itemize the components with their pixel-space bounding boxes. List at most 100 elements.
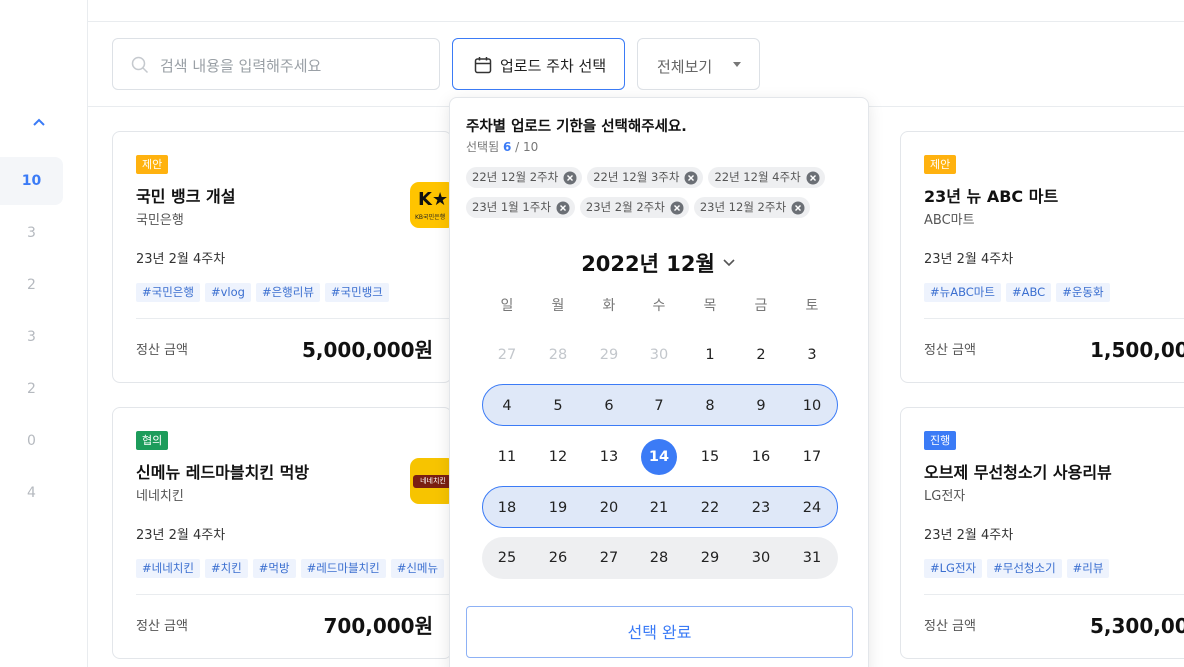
remove-icon[interactable]	[684, 171, 698, 185]
sidebar-page-count[interactable]: 2	[0, 365, 63, 413]
tag: #운동화	[1056, 283, 1110, 302]
calendar-day[interactable]: 17	[794, 439, 830, 475]
card-divider	[136, 318, 451, 319]
campaign-card[interactable]: 제안 국민 뱅크 개설 국민은행 K★ KB국민은행 23년 2월 4주차 #국…	[112, 131, 452, 383]
calendar-day[interactable]: 12	[540, 439, 576, 475]
week-chip: 22년 12월 2주차	[466, 167, 583, 188]
campaign-card[interactable]: 협의 신메뉴 레드마블치킨 먹방 네네치킨 네네치킨 23년 2월 4주차 #네…	[112, 407, 452, 659]
calendar-day[interactable]: 2	[743, 337, 779, 373]
tag-list: #국민은행 #vlog #은행리뷰 #국민뱅크	[136, 283, 389, 302]
sidebar-page-count[interactable]: 2	[0, 261, 63, 309]
amount-value: 1,500,000원	[1089, 338, 1184, 362]
calendar-day[interactable]: 29	[692, 540, 728, 576]
calendar-day[interactable]: 16	[743, 439, 779, 475]
confirm-selection-button[interactable]: 선택 완료	[466, 606, 853, 658]
calendar-day[interactable]: 18	[489, 490, 525, 526]
calendar-day[interactable]: 1	[692, 337, 728, 373]
remove-icon[interactable]	[806, 171, 820, 185]
calendar-day[interactable]: 21	[641, 490, 677, 526]
calendar-day[interactable]: 28	[641, 540, 677, 576]
selected-count: 선택됨 6 / 10	[466, 140, 539, 154]
calendar-day[interactable]: 19	[540, 490, 576, 526]
tag: #무선청소기	[987, 559, 1062, 578]
calendar-day[interactable]: 10	[794, 388, 830, 424]
weekday-label: 금	[754, 298, 768, 314]
remove-icon[interactable]	[791, 201, 805, 215]
calendar-day[interactable]: 3	[794, 337, 830, 373]
calendar-day[interactable]: 22	[692, 490, 728, 526]
chevron-up-icon[interactable]	[29, 112, 49, 132]
status-badge: 제안	[136, 155, 169, 174]
week-chip: 23년 2월 2주차	[579, 197, 689, 218]
remove-icon[interactable]	[670, 201, 684, 215]
calendar-day[interactable]: 20	[591, 490, 627, 526]
amount-label: 정산 금액	[136, 619, 188, 634]
week-chip: 22년 12월 4주차	[708, 167, 825, 188]
upload-week: 23년 2월 4주차	[136, 252, 226, 267]
company-name: 국민은행	[136, 213, 184, 228]
calendar-day[interactable]: 23	[743, 490, 779, 526]
calendar-day[interactable]: 4	[489, 388, 525, 424]
sidebar-page-count[interactable]: 4	[0, 469, 63, 517]
sidebar-page-count[interactable]: 3	[0, 313, 63, 361]
calendar-day[interactable]: 5	[540, 388, 576, 424]
view-filter-select[interactable]: 전체보기	[637, 38, 760, 90]
card-divider	[924, 318, 1184, 319]
amount-label: 정산 금액	[924, 343, 976, 358]
calendar-day[interactable]: 14	[641, 439, 677, 475]
calendar-day[interactable]: 30	[743, 540, 779, 576]
company-logo: 네네치킨	[410, 458, 451, 504]
weekday-label: 일	[500, 298, 514, 314]
month-label: 2022년 12월	[581, 252, 715, 276]
calendar-day[interactable]: 24	[794, 490, 830, 526]
tag-list: #뉴ABC마트 #ABC #운동화	[924, 283, 1110, 302]
amount-value: 700,000원	[323, 614, 434, 638]
company-name: 네네치킨	[136, 489, 184, 504]
header-divider	[88, 21, 1184, 22]
weekday-label: 월	[551, 298, 565, 314]
campaign-card[interactable]: 진행 오브제 무선청소기 사용리뷰 LG전자 23년 2월 4주차 #LG전자 …	[900, 407, 1184, 659]
calendar-day[interactable]: 9	[743, 388, 779, 424]
amount-label: 정산 금액	[924, 619, 976, 634]
calendar-day[interactable]: 15	[692, 439, 728, 475]
calendar-day[interactable]: 26	[540, 540, 576, 576]
campaign-card[interactable]: 제안 23년 뉴 ABC 마트 ABC마트 23년 2월 4주차 #뉴ABC마트…	[900, 131, 1184, 383]
calendar-day[interactable]: 30	[641, 337, 677, 373]
tag: #치킨	[204, 559, 248, 578]
calendar-day[interactable]: 8	[692, 388, 728, 424]
week-picker-title: 주차별 업로드 기한을 선택해주세요.	[466, 119, 687, 135]
company-name: ABC마트	[924, 213, 975, 228]
chevron-down-icon	[723, 259, 735, 267]
calendar-day[interactable]: 27	[489, 337, 525, 373]
calendar-day[interactable]: 28	[540, 337, 576, 373]
remove-icon[interactable]	[563, 171, 577, 185]
campaign-title: 신메뉴 레드마블치킨 먹방	[136, 463, 310, 482]
tag: #국민뱅크	[324, 283, 389, 302]
upload-week: 23년 2월 4주차	[924, 528, 1014, 543]
calendar-day[interactable]: 6	[591, 388, 627, 424]
calendar-day[interactable]: 27	[591, 540, 627, 576]
tag: #리뷰	[1066, 559, 1110, 578]
calendar-day[interactable]: 7	[641, 388, 677, 424]
weekday-label: 수	[652, 298, 666, 314]
search-input[interactable]: 검색 내용을 입력해주세요	[112, 38, 440, 90]
weekday-label: 토	[805, 298, 819, 314]
calendar-day[interactable]: 11	[489, 439, 525, 475]
sidebar-page-count[interactable]: 10	[0, 157, 63, 205]
month-selector[interactable]: 2022년 12월	[450, 248, 868, 278]
tag: #국민은행	[136, 283, 200, 302]
campaign-title: 23년 뉴 ABC 마트	[924, 187, 1059, 206]
upload-week-select-button[interactable]: 업로드 주차 선택	[452, 38, 625, 90]
campaign-title: 오브제 무선청소기 사용리뷰	[924, 463, 1112, 482]
upload-week: 23년 2월 4주차	[924, 252, 1014, 267]
sidebar-page-count[interactable]: 0	[0, 417, 63, 465]
calendar-day[interactable]: 13	[591, 439, 627, 475]
week-chip: 23년 1월 1주차	[466, 197, 575, 218]
calendar-day[interactable]: 25	[489, 540, 525, 576]
search-placeholder: 검색 내용을 입력해주세요	[160, 57, 322, 75]
calendar-day[interactable]: 29	[591, 337, 627, 373]
week-chip: 22년 12월 3주차	[587, 167, 704, 188]
remove-icon[interactable]	[556, 201, 570, 215]
sidebar-page-count[interactable]: 3	[0, 209, 63, 257]
calendar-day[interactable]: 31	[794, 540, 830, 576]
